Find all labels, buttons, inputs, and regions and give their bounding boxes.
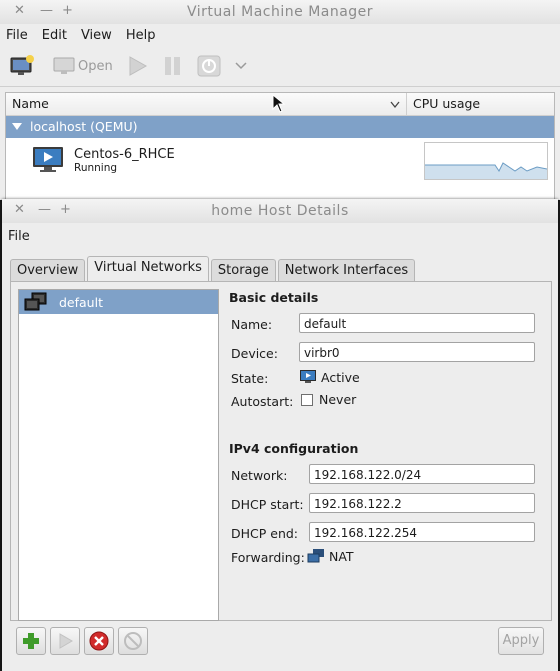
network-actions [16, 627, 152, 655]
power-icon [197, 55, 221, 77]
connection-label: localhost (QEMU) [30, 119, 138, 134]
autostart-label: Autostart: [231, 394, 294, 409]
menu-edit[interactable]: Edit [42, 28, 67, 43]
autostart-value: Never [319, 392, 357, 407]
connection-row[interactable]: localhost (QEMU) [6, 116, 554, 138]
chevron-down-icon [390, 101, 400, 109]
window-title: home Host Details [211, 203, 349, 219]
cpu-column-header[interactable]: CPU usage [406, 93, 480, 115]
run-button[interactable] [125, 55, 149, 77]
open-label: Open [78, 58, 113, 74]
play-icon [129, 56, 147, 76]
network-name: default [59, 294, 103, 310]
expander-icon[interactable] [12, 123, 22, 131]
window-title: Virtual Machine Manager [186, 4, 374, 20]
network-field[interactable]: 192.168.122.0/24 [309, 464, 535, 484]
title-bar: ✕ — + home Host Details [2, 199, 558, 223]
new-vm-icon [10, 55, 34, 75]
forwarding-indicator: NAT [307, 548, 354, 564]
name-field[interactable]: default [299, 313, 535, 333]
basic-details-heading: Basic details [229, 290, 319, 305]
menu-help[interactable]: Help [126, 28, 156, 43]
vm-status: Running [74, 162, 118, 174]
chevron-down-icon [235, 62, 247, 70]
network-icon [307, 549, 324, 563]
vm-running-icon [33, 147, 63, 172]
menu-bar: File [2, 225, 558, 247]
dhcp-end-field[interactable]: 192.168.122.254 [309, 522, 535, 542]
running-state-icon [300, 370, 316, 383]
dhcp-end-label: DHCP end: [231, 526, 299, 541]
vm-name: Centos-6_RHCE [74, 147, 175, 162]
menu-bar: File Edit View Help [0, 24, 560, 46]
mouse-cursor-icon [272, 94, 286, 113]
network-label: Network: [231, 468, 288, 483]
add-icon [23, 633, 39, 649]
network-list[interactable]: default [18, 289, 219, 621]
title-bar: ✕ — + Virtual Machine Manager [0, 0, 560, 24]
toolbar: Open [0, 46, 560, 87]
open-button[interactable]: Open [52, 55, 113, 77]
device-field[interactable]: virbr0 [299, 342, 535, 362]
pause-button[interactable] [161, 55, 185, 77]
forwarding-value: NAT [329, 548, 354, 564]
autostart-toggle[interactable]: Never [301, 392, 356, 407]
virtual-networks-panel: default Basic details Name: default Devi… [10, 281, 552, 621]
stop-icon [89, 631, 109, 651]
state-value: Active [321, 369, 360, 385]
autostart-checkbox[interactable] [301, 393, 313, 406]
state-label: State: [231, 371, 269, 386]
host-details-window: ✕ — + home Host Details File Overview Vi… [2, 199, 558, 671]
delete-icon [124, 632, 142, 650]
name-column-header[interactable]: Name [6, 93, 406, 115]
pause-icon [164, 57, 180, 75]
shutdown-button[interactable] [197, 55, 223, 77]
dhcp-start-field[interactable]: 192.168.122.2 [309, 493, 535, 513]
forwarding-label: Forwarding: [231, 550, 305, 565]
tab-bar: Overview Virtual Networks Storage Networ… [10, 255, 417, 285]
menu-view[interactable]: View [81, 28, 112, 43]
apply-button[interactable]: Apply [498, 627, 544, 655]
menu-file[interactable]: File [8, 229, 30, 244]
play-icon [59, 633, 73, 649]
menu-file[interactable]: File [6, 28, 28, 43]
network-icon [24, 292, 47, 311]
ipv4-heading: IPv4 configuration [229, 441, 359, 456]
shutdown-menu-button[interactable] [235, 61, 247, 71]
vm-row[interactable]: Centos-6_RHCE Running [6, 138, 554, 186]
monitor-icon [53, 57, 75, 74]
dhcp-start-label: DHCP start: [231, 497, 304, 512]
name-label: Name: [231, 317, 273, 332]
new-vm-button[interactable] [8, 54, 36, 78]
cpu-usage-graph [424, 142, 548, 180]
state-indicator: Active [299, 369, 360, 385]
add-network-button[interactable] [16, 627, 46, 655]
start-network-button[interactable] [50, 627, 80, 655]
delete-network-button[interactable] [118, 627, 148, 655]
network-row-default[interactable]: default [19, 290, 218, 314]
device-label: Device: [231, 346, 278, 361]
stop-network-button[interactable] [84, 627, 114, 655]
